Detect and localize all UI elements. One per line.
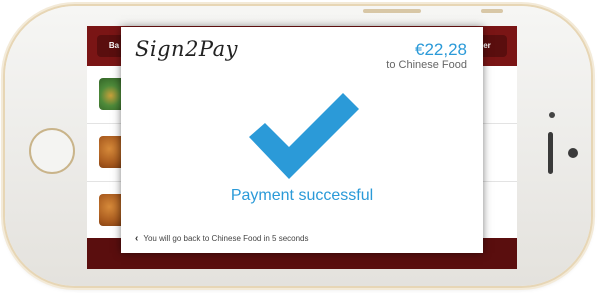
front-camera: [549, 112, 555, 118]
merchant-name: to Chinese Food: [386, 59, 467, 71]
home-button[interactable]: [29, 128, 75, 174]
payment-amount: €22,28: [415, 40, 467, 59]
payment-confirmation-dialog: Sign2Pay €22,28 to Chinese Food Payment …: [121, 27, 483, 253]
proximity-sensor: [568, 148, 578, 158]
checkmark-icon: [249, 93, 359, 179]
volume-button: [363, 9, 421, 13]
earpiece-speaker: [548, 132, 553, 174]
redirect-message: You will go back to Chinese Food in 5 se…: [143, 234, 309, 243]
redirect-link[interactable]: ‹ You will go back to Chinese Food in 5 …: [135, 233, 308, 244]
back-chevron-icon: ‹: [135, 233, 139, 244]
payment-status: Payment successful: [230, 187, 374, 204]
brand-logo: Sign2Pay: [135, 37, 239, 61]
power-button: [481, 9, 503, 13]
